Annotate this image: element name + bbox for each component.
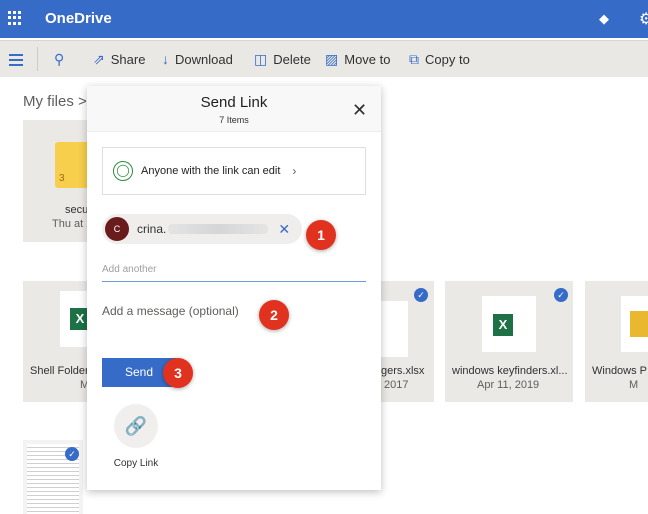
file-tile-folder[interactable]: 3 secu Thu at 2 — [23, 120, 95, 242]
recipient-name: crina. — [137, 222, 167, 236]
message-field[interactable]: Add a message (optional) — [102, 304, 366, 318]
tile-date: 2017 — [384, 379, 409, 391]
delete-label: Delete — [273, 52, 311, 67]
delete-button[interactable]: ◫ Delete — [254, 51, 311, 68]
search-button[interactable]: ⚲ — [54, 51, 64, 68]
selected-check-icon[interactable]: ✓ — [414, 288, 428, 302]
copy-label: Copy to — [425, 52, 470, 67]
download-label: Download — [175, 51, 233, 67]
tile-name: secu — [65, 204, 89, 216]
premium-diamond-icon[interactable]: ◆ — [599, 11, 609, 27]
move-label: Move to — [344, 52, 391, 67]
annotation-badge-2: 2 — [259, 300, 289, 330]
recipient-chip[interactable]: C crina. ✕ — [102, 214, 302, 244]
folder-count: 3 — [59, 173, 65, 184]
tile-name: windows keyfinders.xl... — [452, 365, 568, 377]
trash-icon: ◫ — [254, 51, 268, 67]
tile-date: Apr 11, 2019 — [477, 379, 540, 391]
move-to-button[interactable]: ▨ Move to — [325, 51, 390, 68]
send-link-dialog: Send Link 7 Items ✕ ◯ Anyone with the li… — [87, 86, 381, 490]
top-bar: OneDrive ◆ ⚙ — [0, 0, 648, 38]
move-icon: ▨ — [325, 51, 339, 67]
dialog-header: Send Link 7 Items ✕ — [87, 86, 381, 132]
tile-name: gers.xlsx — [381, 365, 425, 377]
excel-icon: X — [493, 314, 513, 336]
link-permission-button[interactable]: ◯ Anyone with the link can edit › — [102, 147, 366, 195]
dialog-subtitle: 7 Items — [219, 115, 249, 125]
app-title[interactable]: OneDrive — [45, 10, 112, 27]
link-icon: 🔗 — [124, 416, 148, 436]
copy-icon: ⧉ — [409, 51, 419, 67]
selected-check-icon[interactable]: ✓ — [65, 447, 79, 461]
share-icon: ⇗ — [93, 51, 105, 67]
globe-icon: ◯ — [113, 161, 133, 181]
add-recipient-input[interactable] — [102, 258, 366, 282]
tile-name: Windows P — [592, 365, 648, 377]
share-button[interactable]: ⇗ Share — [93, 51, 145, 68]
file-tile-zip[interactable]: Windows P M — [585, 281, 648, 402]
copy-link-button[interactable]: 🔗 — [114, 404, 158, 448]
file-tile-document[interactable]: ✓ — [23, 440, 83, 514]
search-icon: ⚲ — [54, 51, 65, 67]
divider — [37, 47, 38, 71]
tile-name: Shell Folder — [30, 365, 89, 377]
thumb — [381, 301, 408, 357]
copy-to-button[interactable]: ⧉ Copy to — [409, 51, 470, 68]
breadcrumb[interactable]: My files > — [23, 93, 87, 110]
download-icon: ↓ — [162, 51, 169, 67]
share-label: Share — [110, 52, 146, 67]
redacted-email — [168, 224, 269, 234]
file-tile-xlsx[interactable]: X ✓ windows keyfinders.xl... Apr 11, 201… — [445, 281, 573, 402]
breadcrumb-separator: > — [78, 93, 87, 110]
menu-hamburger-icon[interactable] — [9, 54, 23, 69]
file-tile-xlsx[interactable]: ✓ gers.xlsx 2017 — [381, 281, 434, 402]
copy-link-label[interactable]: Copy Link — [102, 458, 170, 469]
selected-check-icon[interactable]: ✓ — [554, 288, 568, 302]
annotation-badge-3: 3 — [163, 358, 193, 388]
annotation-badge-1: 1 — [306, 220, 336, 250]
chevron-right-icon: › — [292, 164, 297, 178]
command-bar: ⚲ ⇗ Share ↓ Download ◫ Delete ▨ Move to ⧉ Cop… — [0, 40, 648, 77]
remove-recipient-icon[interactable]: ✕ — [278, 221, 290, 238]
settings-gear-icon[interactable]: ⚙ — [639, 9, 648, 29]
breadcrumb-current[interactable]: My files — [23, 93, 74, 110]
avatar: C — [105, 217, 129, 241]
app-launcher-icon[interactable] — [8, 11, 22, 25]
dialog-title: Send Link — [200, 94, 268, 111]
close-icon[interactable]: ✕ — [352, 100, 367, 121]
tile-date: M — [629, 379, 639, 391]
permission-label: Anyone with the link can edit — [141, 165, 281, 177]
zip-folder-icon — [630, 311, 648, 337]
file-tile-xlsx[interactable]: X Shell Folder M — [23, 281, 95, 402]
download-button[interactable]: ↓ Download — [162, 51, 233, 67]
